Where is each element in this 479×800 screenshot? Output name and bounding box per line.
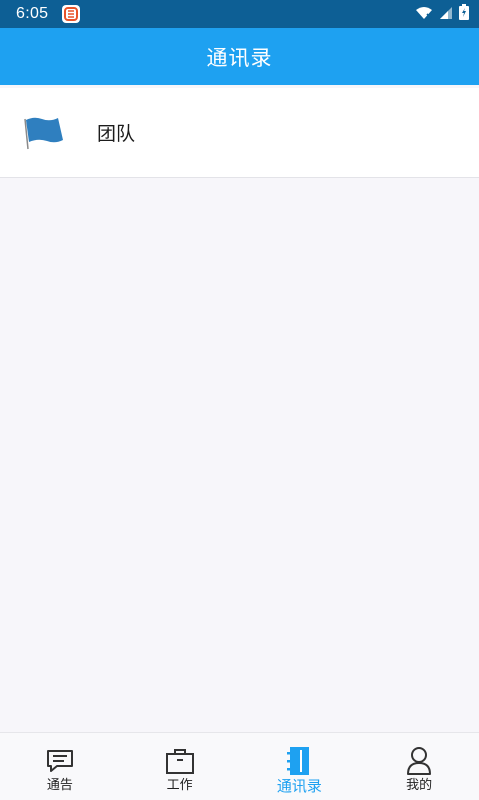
status-icons — [415, 4, 469, 24]
wifi-icon — [415, 5, 433, 24]
page-title: 通讯录 — [206, 45, 273, 70]
tab-label: 工作 — [166, 778, 193, 793]
tab-label: 我的 — [406, 778, 433, 793]
app-notification-icon — [62, 5, 81, 23]
tab-label: 通告 — [46, 778, 73, 793]
briefcase-icon — [165, 746, 195, 776]
contact-list: 团队 — [0, 88, 479, 178]
status-bar: 6:05 — [0, 0, 479, 28]
flag-icon — [22, 113, 68, 153]
tab-notices[interactable]: 通告 — [0, 733, 120, 800]
message-icon — [45, 746, 75, 776]
signal-icon — [439, 5, 453, 24]
tab-me[interactable]: 我的 — [359, 733, 479, 800]
tab-contacts[interactable]: 通讯录 — [240, 733, 360, 800]
list-item-team[interactable]: 团队 — [0, 88, 479, 177]
tab-work[interactable]: 工作 — [120, 733, 240, 800]
status-time: 6:05 — [16, 5, 49, 22]
list-item-label: 团队 — [97, 123, 136, 145]
bottom-tab-bar: 通告 工作 通讯录 我的 — [0, 732, 479, 800]
tab-label: 通讯录 — [276, 777, 322, 795]
app-bar: 通讯录 — [0, 28, 479, 85]
battery-charging-icon — [459, 4, 469, 24]
contacts-book-icon — [284, 746, 314, 776]
person-icon — [404, 746, 434, 776]
